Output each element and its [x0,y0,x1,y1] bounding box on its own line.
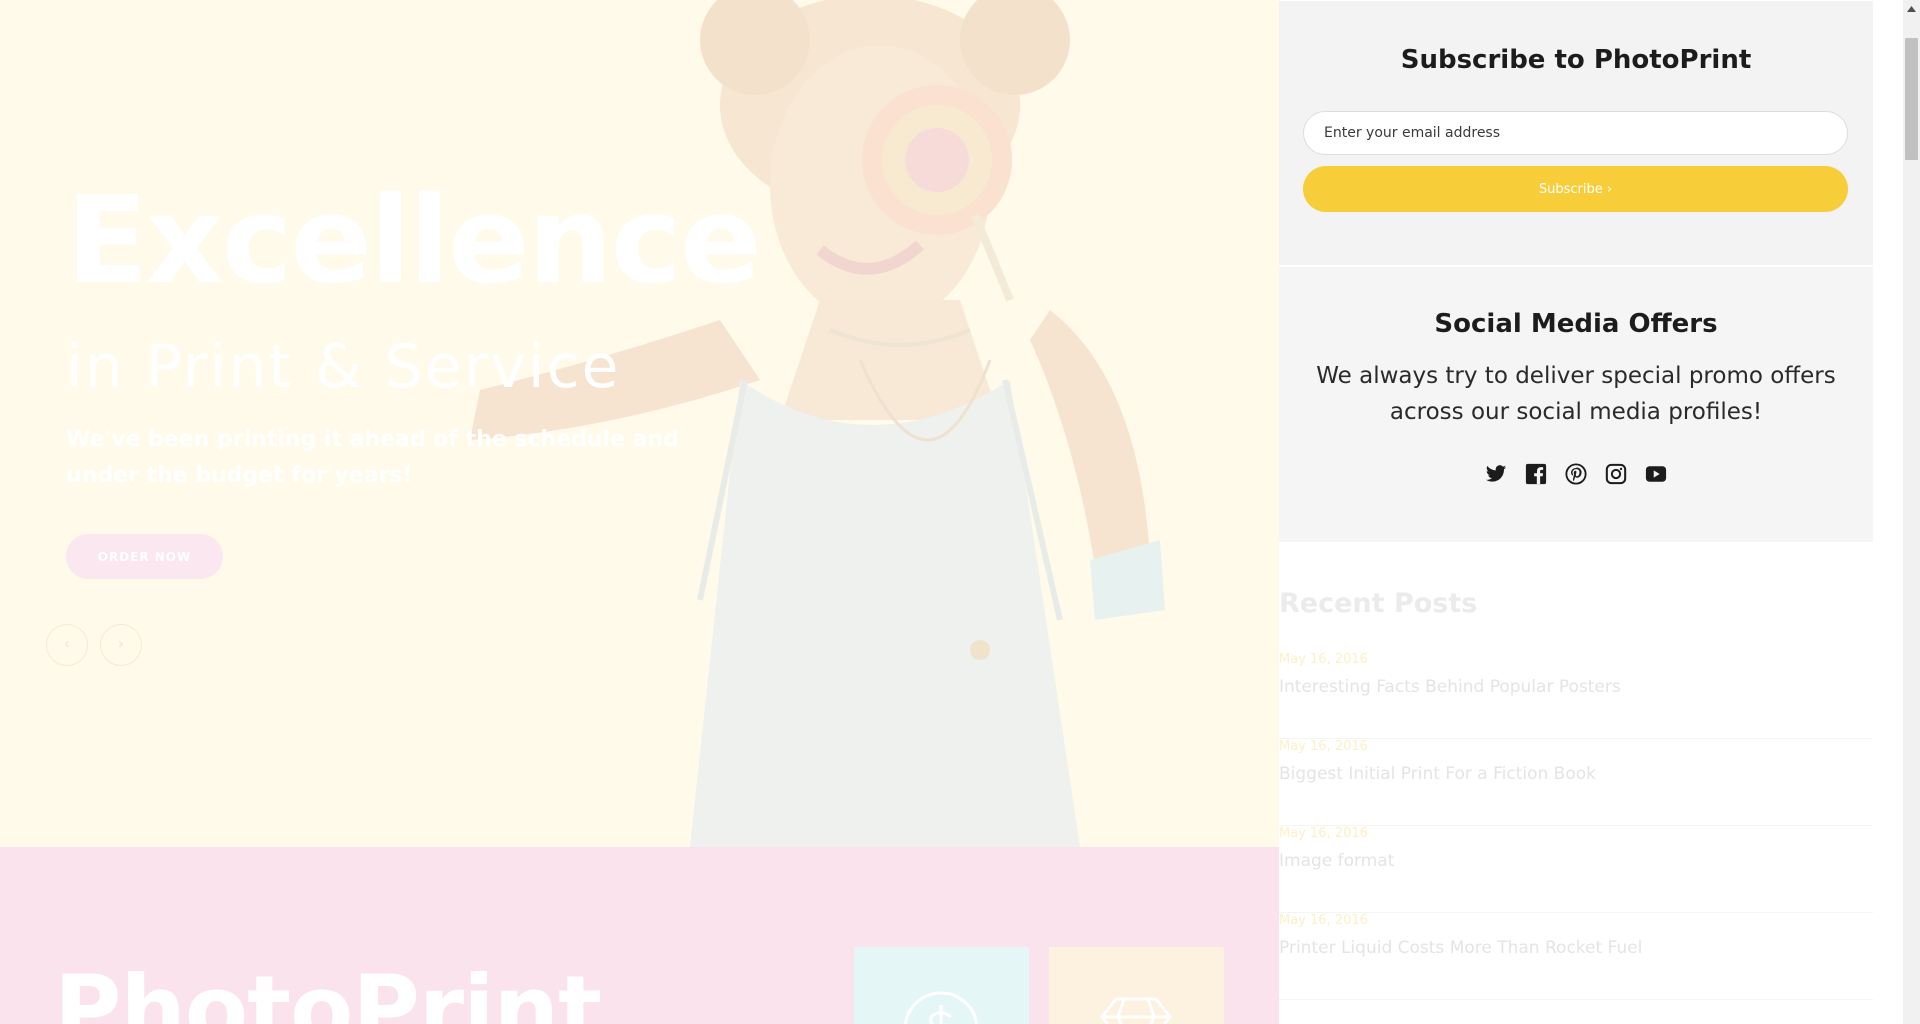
hero-subtitle: in Print & Service [66,332,621,402]
email-field[interactable] [1303,111,1848,155]
brand-section: PhotoPrint [0,847,1279,1024]
facebook-icon[interactable] [1525,463,1547,485]
brand-title: PhotoPrint [54,956,602,1024]
hero-description: We've been printing it ahead of the sche… [66,427,679,488]
subscribe-widget: Subscribe to PhotoPrint Subscribe › [1279,1,1873,265]
scrollbar-thumb[interactable] [1905,38,1918,160]
slider-next-button[interactable]: › [100,624,142,666]
post-date: May 16, 2016 [1279,913,1368,928]
list-item: May 16, 2016 Interesting Facts Behind Po… [1279,652,1873,739]
dollar-icon [903,991,979,1024]
list-item: May 16, 2016 Image format [1279,826,1873,913]
social-title: Social Media Offers [1434,309,1718,339]
scroll-up-button[interactable] [1903,0,1920,17]
subscribe-button[interactable]: Subscribe › [1303,166,1848,212]
list-item: May 16, 2016 Printer Liquid Costs More T… [1279,913,1873,1000]
order-now-button[interactable]: ORDER NOW [66,534,223,579]
recent-posts-title: Recent Posts [1279,588,1478,619]
page-scrollbar[interactable] [1903,0,1920,1024]
feature-card-quality[interactable] [1049,947,1224,1024]
social-description: We always try to deliver special promo o… [1316,363,1836,425]
hero-slider: Excellence in Print & Service We've been… [0,0,1279,847]
social-icons-row [1279,463,1873,489]
chevron-right-icon: › [117,634,125,653]
chevron-left-icon: ‹ [63,634,71,653]
post-date: May 16, 2016 [1279,652,1368,667]
social-media-widget: Social Media Offers We always try to del… [1279,267,1873,542]
pinterest-icon[interactable] [1565,463,1587,485]
feature-card-pricing[interactable] [854,947,1029,1024]
arrow-up-icon [1907,5,1916,12]
twitter-icon[interactable] [1485,463,1507,485]
post-date: May 16, 2016 [1279,739,1368,754]
subscribe-title: Subscribe to PhotoPrint [1400,45,1752,75]
list-item: May 16, 2016 Biggest Initial Print For a… [1279,739,1873,826]
post-link[interactable]: Image format [1279,851,1394,871]
slider-prev-button[interactable]: ‹ [46,624,88,666]
post-link[interactable]: Printer Liquid Costs More Than Rocket Fu… [1279,938,1642,958]
diamond-icon [1100,997,1172,1024]
post-link[interactable]: Biggest Initial Print For a Fiction Book [1279,764,1596,784]
post-date: May 16, 2016 [1279,826,1368,841]
post-link[interactable]: Interesting Facts Behind Popular Posters [1279,677,1621,697]
instagram-icon[interactable] [1605,463,1627,485]
hero-title: Excellence [66,172,761,311]
youtube-icon[interactable] [1645,463,1667,485]
